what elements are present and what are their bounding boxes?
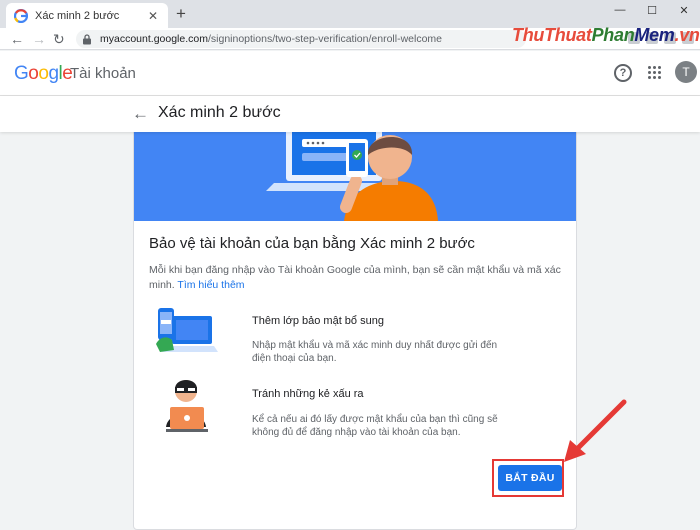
logo-letter: o — [38, 63, 49, 84]
apps-grid-icon[interactable] — [648, 66, 662, 80]
browser-tab[interactable]: Xác minh 2 bước ✕ — [6, 3, 168, 28]
url-path: /signinoptions/two-step-verification/enr… — [207, 33, 443, 45]
annotation-arrow-icon — [564, 399, 627, 462]
watermark-part: Phan — [591, 25, 635, 45]
window-controls: — ☐ ✕ — [604, 0, 700, 20]
google-account-header: Google Tài khoản ? T — [0, 51, 700, 96]
watermark-part: ThuThuat — [512, 25, 592, 45]
tab-close-icon[interactable]: ✕ — [146, 9, 160, 23]
feature-description: Nhập mật khẩu và mã xác minh duy nhất đư… — [252, 340, 498, 364]
avatar[interactable]: T — [675, 61, 697, 83]
product-name: Tài khoản — [70, 65, 136, 82]
card-description: Mỗi khi bạn đăng nhập vào Tài khoản Goog… — [149, 263, 569, 293]
tab-title: Xác minh 2 bước — [35, 9, 120, 22]
feature-title: Thêm lớp bảo mật bổ sung — [252, 315, 384, 327]
logo-letter: G — [14, 63, 29, 84]
reload-icon[interactable]: ↻ — [53, 30, 65, 48]
annotation-highlight-box — [492, 459, 564, 497]
lock-icon — [83, 33, 91, 44]
google-favicon-icon — [14, 8, 28, 23]
watermark-part: .vn — [674, 25, 700, 45]
site-watermark: ThuThuatPhanMem.vn — [512, 25, 700, 46]
feature-description: Kể cả nếu ai đó lấy được mật khẩu của bạ… — [252, 414, 498, 438]
card-heading: Bảo vệ tài khoản của bạn bằng Xác minh 2… — [149, 235, 475, 252]
url-domain: myaccount.google.com — [100, 33, 208, 45]
tab-strip: Xác minh 2 bước ✕ + — ☐ ✕ — [0, 0, 700, 28]
new-tab-button[interactable]: + — [176, 4, 186, 24]
minimize-icon[interactable]: — — [604, 0, 636, 20]
back-arrow-icon[interactable]: ← — [132, 105, 149, 123]
url-text: myaccount.google.com/signinoptions/two-s… — [100, 33, 442, 45]
logo-letter: g — [48, 63, 59, 84]
address-bar[interactable]: myaccount.google.com/signinoptions/two-s… — [76, 30, 526, 48]
learn-more-link[interactable]: Tìm hiểu thêm — [177, 279, 244, 291]
forward-icon[interactable]: → — [32, 30, 46, 48]
close-window-icon[interactable]: ✕ — [668, 0, 700, 20]
watermark-part: Mem — [634, 25, 675, 45]
logo-letter: o — [28, 63, 39, 84]
page-title: Xác minh 2 bước — [158, 104, 281, 121]
feature-title: Tránh những kẻ xấu ra — [252, 388, 364, 400]
hacker-illustration-icon — [166, 380, 208, 432]
back-icon[interactable]: ← — [10, 30, 24, 48]
security-layer-illustration-icon — [156, 308, 218, 352]
help-icon[interactable]: ? — [614, 64, 632, 82]
google-logo[interactable]: Google — [14, 63, 73, 85]
maximize-icon[interactable]: ☐ — [636, 0, 668, 20]
page-title-bar: ← Xác minh 2 bước — [0, 96, 700, 132]
